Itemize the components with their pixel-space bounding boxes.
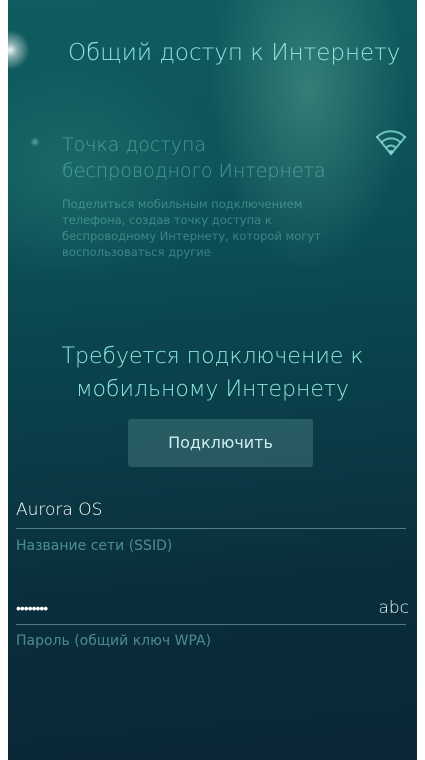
hotspot-title-line2: беспроводного Интернета <box>62 160 326 182</box>
connection-message-line2: мобильному Интернету <box>75 377 350 402</box>
hotspot-settings-screen: Общий доступ к Интернету Точка доступа б… <box>8 0 417 760</box>
password-input[interactable]: •••••••• <box>16 600 48 617</box>
hotspot-title-line1: Точка доступа <box>62 134 207 156</box>
connection-message-line1: Требуется подключение к <box>61 344 364 369</box>
page-title: Общий доступ к Интернету <box>68 40 401 66</box>
password-visibility-toggle[interactable]: abc <box>378 598 409 618</box>
hotspot-description: Поделиться мобильным подключением телефо… <box>62 197 321 259</box>
ssid-input[interactable]: Aurora OS <box>16 500 102 520</box>
page-glow-indicator <box>8 30 30 70</box>
connect-button[interactable]: Подключить <box>128 419 313 467</box>
password-underline <box>16 624 406 625</box>
password-label: Пароль (общий ключ WPA) <box>16 633 212 649</box>
wifi-hotspot-icon <box>376 130 406 156</box>
connection-required-message: Требуется подключение к мобильному Интер… <box>8 340 417 406</box>
ssid-label: Название сети (SSID) <box>16 538 173 554</box>
hotspot-title: Точка доступа беспроводного Интернета <box>62 132 362 184</box>
switch-indicator <box>30 137 40 147</box>
ssid-underline <box>16 528 406 529</box>
